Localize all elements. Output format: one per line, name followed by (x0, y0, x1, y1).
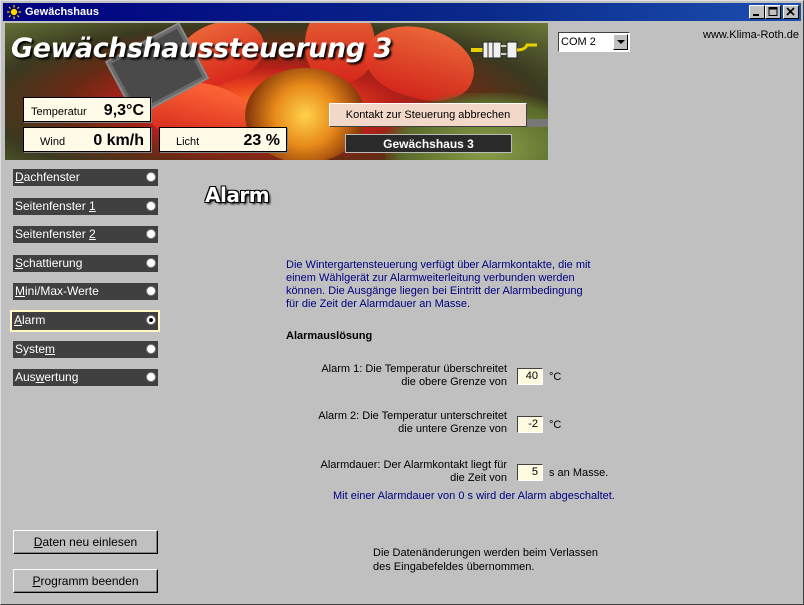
section-title: Alarmauslösung (286, 330, 373, 342)
nav-item-seitenfenster-1[interactable]: Seitenfenster 1 (13, 198, 158, 215)
com-port-value: COM 2 (561, 36, 596, 48)
nav-item-label: Seitenfenster 1 (15, 199, 96, 213)
temperature-readout: Temperatur 9,3°C (23, 97, 151, 122)
nav-item-seitenfenster-2[interactable]: Seitenfenster 2 (13, 226, 158, 243)
temperature-label: Temperatur (31, 106, 87, 118)
light-readout: Licht 23 % (159, 127, 287, 152)
minimize-button[interactable] (749, 5, 765, 19)
alarm1-unit: °C (549, 371, 562, 383)
nav-item-dachfenster[interactable]: Dachfenster (13, 169, 158, 186)
alarm1-label: Alarm 1: Die Temperatur überschreitet die… (321, 363, 507, 388)
nav-item-auswertung[interactable]: Auswertung (13, 369, 158, 386)
footer-note: Die Datenänderungen werden beim Verlasse… (373, 547, 599, 573)
nav-item-label: Schattierung (15, 256, 83, 270)
title-bar[interactable]: Gewächshaus (3, 3, 801, 21)
radio-icon (146, 344, 156, 354)
radio-icon (146, 372, 156, 382)
nav-item-label: Alarm (14, 313, 46, 327)
radio-icon (146, 286, 156, 296)
wind-readout: Wind 0 km/h (23, 127, 151, 152)
nav-item-minmax-werte[interactable]: Mini/Max-Werte (13, 283, 158, 300)
alarm-duration-unit: s an Masse. (549, 467, 609, 479)
alarm-duration-input[interactable]: 5 (517, 464, 543, 481)
alarm2-lower-limit-input[interactable]: -2 (517, 416, 543, 433)
nav-item-system[interactable]: System (13, 341, 158, 358)
minimize-icon (753, 14, 759, 16)
website-link: www.Klima-Roth.de (703, 29, 799, 41)
nav-item-label: Seitenfenster 2 (15, 227, 96, 241)
nav-item-alarm[interactable]: Alarm (10, 310, 160, 332)
nav-item-label: Mini/Max-Werte (15, 284, 99, 298)
reload-data-button[interactable]: Daten neu einlesen (13, 530, 158, 554)
alarm-description: Die Wintergartensteuerung verfügt über A… (286, 259, 591, 310)
chevron-down-icon (617, 40, 625, 44)
alarm-duration-label: Alarmdauer: Der Alarmkontakt liegt für di… (320, 459, 507, 484)
radio-icon (146, 258, 156, 268)
plug-connection-icon (471, 41, 537, 59)
light-label: Licht (176, 136, 200, 148)
sun-app-icon (7, 5, 21, 19)
radio-icon (146, 201, 156, 211)
button-shadow (527, 119, 548, 127)
header-banner: Gewächshaussteuerung 3 Temperatur 9,3°C … (5, 23, 548, 160)
radio-icon (146, 229, 156, 239)
light-value: 23 % (243, 132, 280, 149)
page-title: Alarm (205, 183, 270, 207)
wind-label: Wind (40, 136, 66, 148)
com-port-select[interactable]: COM 2 (558, 32, 630, 52)
alarm-duration-hint: Mit einer Alarmdauer von 0 s wird der Al… (333, 490, 615, 502)
maximize-button[interactable] (765, 5, 781, 19)
abort-connection-button[interactable]: Kontakt zur Steuerung abbrechen (329, 103, 527, 127)
alarm1-upper-limit-input[interactable]: 40 (517, 368, 543, 385)
dropdown-button[interactable] (613, 34, 628, 50)
radio-icon (146, 172, 156, 182)
close-icon (786, 7, 795, 16)
maximize-icon (768, 7, 778, 16)
temperature-value: 9,3°C (103, 102, 144, 119)
nav-item-label: System (15, 342, 56, 356)
app-window: Gewächshaus Gewächshaussteuerung 3 Tempe… (0, 0, 804, 605)
nav-item-label: Dachfenster (15, 170, 80, 184)
alarm2-label: Alarm 2: Die Temperatur unterschreitet di… (318, 410, 507, 435)
alarm2-unit: °C (549, 419, 562, 431)
nav-item-schattierung[interactable]: Schattierung (13, 255, 158, 272)
radio-selected-icon (146, 315, 156, 325)
quit-program-button[interactable]: Programm beenden (13, 569, 158, 593)
device-name-label: Gewächshaus 3 (345, 134, 512, 153)
wind-value: 0 km/h (93, 132, 144, 149)
nav-item-label: Auswertung (15, 370, 79, 384)
app-title: Gewächshaussteuerung 3 (11, 33, 392, 64)
window-title: Gewächshaus (25, 6, 99, 18)
close-button[interactable] (783, 5, 799, 19)
